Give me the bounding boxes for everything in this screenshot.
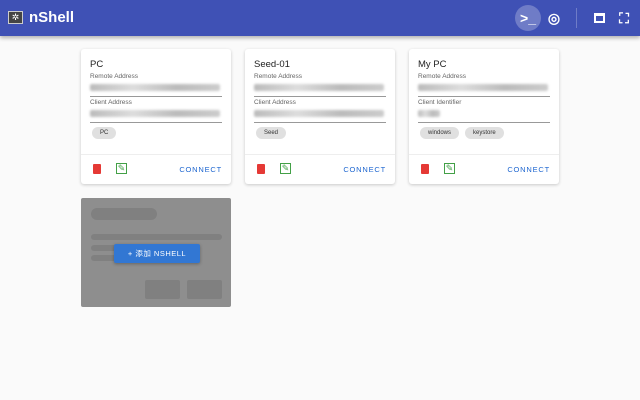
divider — [90, 122, 222, 123]
field-label: Client Address — [254, 99, 296, 106]
edit-icon[interactable]: ✎ — [280, 163, 291, 174]
divider — [245, 154, 395, 155]
client-address-value — [254, 110, 384, 117]
app-bar: ✲ nShell >_ ◎ ⛶ — [0, 0, 640, 36]
divider — [254, 96, 386, 97]
card-title: My PC — [418, 59, 447, 70]
delete-icon[interactable] — [93, 164, 101, 174]
divider — [418, 122, 550, 123]
field-label: Remote Address — [90, 73, 139, 80]
tag-chip: keystore — [465, 127, 504, 139]
field-label: Remote Address — [418, 73, 467, 80]
app-title: nShell — [29, 9, 75, 26]
edit-icon[interactable]: ✎ — [444, 163, 455, 174]
fingerprint-icon[interactable]: ◎ — [541, 5, 567, 31]
tag-chip: windows — [420, 127, 460, 139]
window-icon[interactable] — [586, 5, 612, 31]
divider — [90, 96, 222, 97]
tag-chip: Seed — [256, 127, 287, 139]
divider — [418, 96, 550, 97]
host-card: Seed-01 Remote Address Client Address Se… — [245, 49, 395, 184]
edit-icon[interactable]: ✎ — [116, 163, 127, 174]
divider — [576, 8, 577, 28]
delete-icon[interactable] — [421, 164, 429, 174]
skeleton-bar — [91, 234, 222, 240]
client-identifier-value — [418, 110, 440, 117]
field-label: Remote Address — [254, 73, 303, 80]
client-address-value — [90, 110, 220, 117]
field-label: Client Address — [90, 99, 132, 106]
connect-button[interactable]: CONNECT — [179, 165, 222, 174]
skeleton-bar — [91, 208, 157, 220]
terminal-icon[interactable]: >_ — [515, 5, 541, 31]
add-card-placeholder: + 添加 NSHELL — [81, 198, 231, 307]
delete-icon[interactable] — [257, 164, 265, 174]
fullscreen-icon[interactable]: ⛶ — [611, 5, 637, 31]
connect-button[interactable]: CONNECT — [343, 165, 386, 174]
add-nshell-button[interactable]: + 添加 NSHELL — [114, 244, 200, 263]
field-label: Client Identifier — [418, 99, 462, 106]
skeleton-bar — [145, 280, 180, 299]
connect-button[interactable]: CONNECT — [507, 165, 550, 174]
remote-address-value — [418, 84, 548, 91]
remote-address-value — [254, 84, 384, 91]
host-card: My PC Remote Address Client Identifier w… — [409, 49, 559, 184]
remote-address-value — [90, 84, 220, 91]
skeleton-bar — [187, 280, 222, 299]
divider — [254, 122, 386, 123]
divider — [81, 154, 231, 155]
host-card: PC Remote Address Client Address PC ✎ CO… — [81, 49, 231, 184]
divider — [409, 154, 559, 155]
tag-chip: PC — [92, 127, 117, 139]
app-logo-icon: ✲ — [8, 11, 23, 24]
card-title: Seed-01 — [254, 59, 290, 70]
card-title: PC — [90, 59, 104, 70]
